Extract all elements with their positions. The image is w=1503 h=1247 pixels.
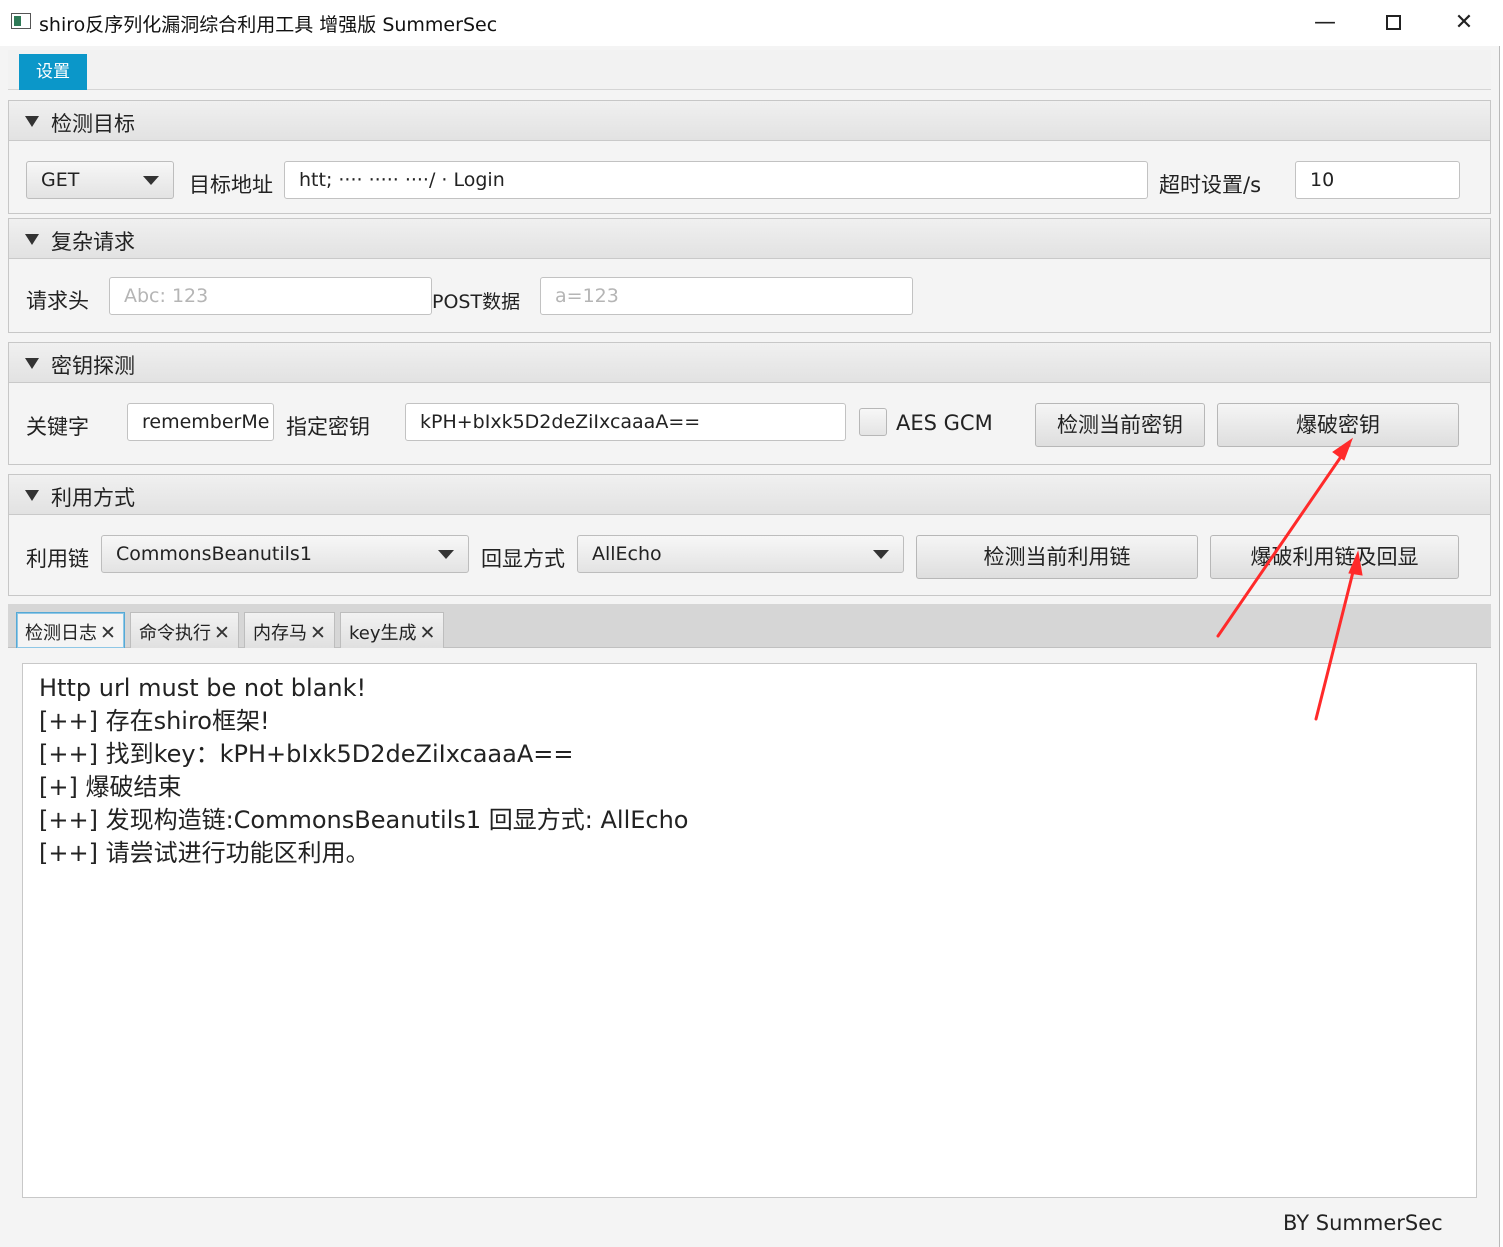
chain-value: CommonsBeanutils1 (116, 543, 312, 565)
brute-key-button[interactable]: 爆破密钥 (1217, 403, 1459, 447)
section-title: 复杂请求 (51, 230, 135, 254)
brute-chain-button[interactable]: 爆破利用链及回显 (1210, 535, 1459, 579)
log-line: Http url must be not blank! (39, 674, 367, 702)
post-data-input[interactable]: a=123 (540, 277, 913, 315)
close-icon[interactable]: ✕ (310, 622, 326, 644)
tab-label: key生成 (349, 623, 417, 644)
close-button[interactable]: ✕ (1444, 8, 1484, 38)
collapse-triangle-icon (25, 358, 39, 369)
window-title: shiro反序列化漏洞综合利用工具 增强版 SummerSec (39, 14, 498, 36)
chain-label: 利用链 (26, 547, 89, 571)
target-section-header[interactable]: 检测目标 (9, 101, 1490, 141)
app-window: shiro反序列化漏洞综合利用工具 增强版 SummerSec — ✕ 设置 检… (0, 0, 1500, 1247)
minimize-button[interactable]: — (1305, 8, 1345, 38)
tab-bar: 检测日志 ✕ 命令执行 ✕ 内存马 ✕ key生成 ✕ (8, 604, 1491, 648)
target-section: 检测目标 GET 目标地址 htt; ···· ····· ····/ · Lo… (8, 100, 1491, 214)
maximize-icon (1385, 15, 1401, 30)
echo-select[interactable]: AllEcho (577, 535, 904, 573)
timeout-label: 超时设置/s (1159, 173, 1262, 197)
key-label: 指定密钥 (286, 415, 370, 439)
timeout-input[interactable]: 10 (1295, 161, 1460, 199)
collapse-triangle-icon (25, 116, 39, 127)
close-icon[interactable]: ✕ (214, 622, 230, 644)
log-line: [++] 存在shiro框架! (39, 707, 270, 735)
log-line: [++] 请尝试进行功能区利用。 (39, 839, 370, 867)
menu-bar: 设置 (8, 50, 1491, 90)
aes-gcm-label: AES GCM (896, 411, 993, 435)
aes-gcm-checkbox[interactable] (859, 408, 887, 436)
exploit-section-header[interactable]: 利用方式 (9, 475, 1490, 515)
log-line: [+] 爆破结束 (39, 773, 182, 801)
title-bar: shiro反序列化漏洞综合利用工具 增强版 SummerSec — ✕ (0, 0, 1500, 46)
tab-keygen[interactable]: key生成 ✕ (340, 612, 445, 648)
url-label: 目标地址 (189, 173, 273, 197)
url-input[interactable]: htt; ···· ····· ····/ · Login (284, 161, 1148, 199)
menu-settings[interactable]: 设置 (19, 54, 87, 90)
collapse-triangle-icon (25, 234, 39, 245)
detect-key-button[interactable]: 检测当前密钥 (1035, 403, 1205, 447)
echo-label: 回显方式 (481, 547, 565, 571)
maximize-button[interactable] (1373, 8, 1413, 38)
app-icon (11, 13, 31, 29)
key-input[interactable]: kPH+bIxk5D2deZiIxcaaaA== (405, 403, 846, 441)
log-line: [++] 发现构造链:CommonsBeanutils1 回显方式: AllEc… (39, 806, 689, 834)
chevron-down-icon (873, 550, 889, 559)
echo-value: AllEcho (592, 543, 662, 565)
request-section: 复杂请求 请求头 Abc: 123 POST数据 a=123 (8, 218, 1491, 333)
headers-label: 请求头 (26, 289, 89, 313)
tab-label: 命令执行 (139, 623, 211, 644)
chevron-down-icon (438, 550, 454, 559)
request-section-header[interactable]: 复杂请求 (9, 219, 1490, 259)
tab-log[interactable]: 检测日志 ✕ (16, 612, 125, 648)
tab-label: 检测日志 (25, 623, 97, 644)
section-title: 密钥探测 (51, 354, 135, 378)
close-icon[interactable]: ✕ (420, 622, 436, 644)
keyword-label: 关键字 (26, 415, 89, 439)
headers-input[interactable]: Abc: 123 (109, 277, 432, 315)
method-value: GET (41, 169, 80, 191)
section-title: 利用方式 (51, 486, 135, 510)
keyword-input[interactable]: rememberMe (127, 403, 274, 441)
detect-chain-button[interactable]: 检测当前利用链 (916, 535, 1198, 579)
chain-select[interactable]: CommonsBeanutils1 (101, 535, 469, 573)
log-line: [++] 找到key：kPH+bIxk5D2deZiIxcaaaA== (39, 740, 574, 768)
method-select[interactable]: GET (26, 161, 174, 199)
collapse-triangle-icon (25, 490, 39, 501)
tab-command[interactable]: 命令执行 ✕ (130, 612, 239, 648)
exploit-section: 利用方式 利用链 CommonsBeanutils1 回显方式 AllEcho … (8, 474, 1491, 596)
tab-label: 内存马 (253, 623, 307, 644)
key-section-header[interactable]: 密钥探测 (9, 343, 1490, 383)
key-section: 密钥探测 关键字 rememberMe 指定密钥 kPH+bIxk5D2deZi… (8, 342, 1491, 465)
log-textarea[interactable]: Http url must be not blank! [++] 存在shiro… (22, 663, 1477, 1198)
close-icon[interactable]: ✕ (100, 622, 116, 644)
post-label: POST数据 (432, 291, 521, 313)
footer-credit: BY SummerSec (1283, 1211, 1443, 1235)
tab-memshell[interactable]: 内存马 ✕ (244, 612, 335, 648)
section-title: 检测目标 (51, 112, 135, 136)
chevron-down-icon (143, 176, 159, 185)
